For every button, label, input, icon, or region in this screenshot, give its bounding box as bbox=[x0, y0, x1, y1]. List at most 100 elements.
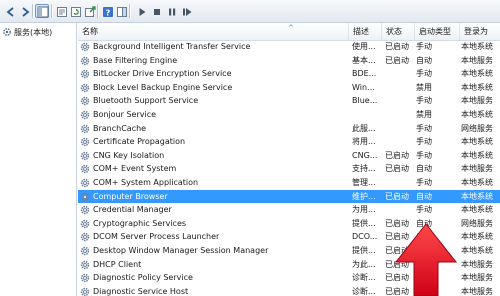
service-description: 提供... bbox=[352, 246, 376, 255]
service-description: 管理... bbox=[352, 178, 376, 187]
service-row[interactable]: Certificate Propagation 将用... 手动 本地系统 bbox=[78, 135, 500, 149]
back-icon[interactable] bbox=[3, 4, 17, 18]
service-name: COM+ System Application bbox=[93, 178, 199, 187]
service-log-on-as: 本地系统 bbox=[461, 191, 493, 201]
service-description: 使用... bbox=[352, 42, 376, 51]
service-name: Diagnostic Policy Service bbox=[93, 273, 193, 283]
service-description: 诊断... bbox=[352, 273, 376, 283]
column-header-log-on-as[interactable]: 登录为 bbox=[460, 23, 500, 40]
service-name: Desktop Window Manager Session Manager bbox=[93, 246, 269, 255]
service-name: CNG Key Isolation bbox=[93, 150, 165, 160]
service-log-on-as: 本地系统 bbox=[461, 232, 493, 242]
service-name: Bluetooth Support Service bbox=[93, 96, 199, 106]
service-status bbox=[385, 67, 417, 81]
service-startup-type: 手动 bbox=[416, 69, 432, 79]
start-service-icon[interactable] bbox=[134, 4, 148, 18]
service-status bbox=[385, 81, 417, 95]
tree-item-services-local[interactable]: 服务(本地) bbox=[2, 26, 52, 38]
service-log-on-as: 本地服务 bbox=[461, 96, 493, 106]
service-log-on-as: 本地系统 bbox=[461, 246, 493, 255]
services-node-icon bbox=[3, 28, 11, 36]
service-startup-type: 手动 bbox=[416, 42, 432, 51]
column-header-status[interactable]: 状态 bbox=[382, 23, 415, 40]
service-log-on-as: 本地系统 bbox=[461, 42, 493, 51]
service-startup-type: 手动 bbox=[416, 178, 432, 187]
service-row[interactable]: Bonjour Service 禁用 本地系统 bbox=[78, 108, 500, 122]
service-startup-type: 手动 bbox=[416, 123, 432, 133]
service-name: Block Level Backup Engine Service bbox=[93, 82, 233, 92]
service-name: BranchCache bbox=[93, 123, 147, 133]
service-row[interactable]: COM+ System Application 管理... 手动 本地系统 bbox=[78, 176, 500, 190]
service-startup-type: 手动 bbox=[416, 205, 432, 215]
service-startup-type: 手动 bbox=[416, 150, 432, 160]
stop-service-icon[interactable] bbox=[149, 4, 163, 18]
service-description: CNG... bbox=[352, 150, 378, 160]
show-hide-tree-icon[interactable] bbox=[35, 4, 49, 18]
refresh-icon[interactable] bbox=[68, 4, 82, 18]
service-description: 提供... bbox=[352, 218, 376, 228]
service-status bbox=[385, 176, 417, 190]
service-log-on-as: 本地服务 bbox=[461, 259, 493, 269]
service-name: Diagnostic Service Host bbox=[93, 286, 189, 296]
service-description: 基本... bbox=[352, 55, 376, 65]
service-log-on-as: 本地系统 bbox=[461, 137, 493, 147]
service-log-on-as: 本地系统 bbox=[461, 110, 493, 119]
action-pane-icon[interactable] bbox=[114, 4, 128, 18]
service-row[interactable]: Block Level Backup Engine Service Win... 禁… bbox=[78, 81, 500, 95]
service-status bbox=[385, 135, 417, 149]
forward-icon[interactable] bbox=[17, 4, 31, 18]
column-header-description[interactable]: 描述 bbox=[349, 23, 382, 40]
service-startup-type: 禁用 bbox=[416, 82, 432, 92]
service-log-on-as: 本地系统 bbox=[461, 69, 493, 79]
service-row[interactable]: Bluetooth Support Service Blue... 手动 本地服务 bbox=[78, 94, 500, 108]
service-name: Background Intelligent Transfer Service bbox=[93, 42, 251, 51]
properties-icon[interactable] bbox=[54, 4, 68, 18]
service-description: Win... bbox=[352, 82, 375, 92]
service-name: Cryptographic Services bbox=[93, 218, 187, 228]
service-log-on-as: 本地系统 bbox=[461, 150, 493, 160]
sort-ascending-icon: ^ bbox=[288, 24, 294, 32]
restart-service-icon[interactable] bbox=[179, 4, 193, 18]
column-header-name[interactable]: 名称 bbox=[78, 23, 349, 40]
service-name: Bonjour Service bbox=[93, 110, 157, 119]
service-row[interactable]: Background Intelligent Transfer Service 使… bbox=[78, 40, 500, 54]
service-log-on-as: 本地服务 bbox=[461, 55, 493, 65]
service-row[interactable]: Credential Manager 为用... 手动 本地系统 bbox=[78, 203, 500, 217]
service-row[interactable]: BranchCache 此服... 手动 网络服务 bbox=[78, 122, 500, 136]
service-row[interactable]: CNG Key Isolation CNG... 已启动 手动 本地系统 bbox=[78, 149, 500, 163]
service-log-on-as: 本地服务 bbox=[461, 164, 493, 174]
service-status: 已启动 bbox=[385, 42, 409, 51]
service-log-on-as: 本地服务 bbox=[461, 273, 493, 283]
service-status bbox=[385, 203, 417, 217]
service-status: 已启动 bbox=[385, 164, 409, 174]
console-tree-pane: 服务(本地) bbox=[0, 23, 77, 296]
service-name: Credential Manager bbox=[93, 205, 172, 215]
service-startup-type: 手动 bbox=[416, 137, 432, 147]
pause-service-icon[interactable] bbox=[164, 4, 178, 18]
service-log-on-as: 本地服务 bbox=[461, 286, 493, 296]
service-description: 为用... bbox=[352, 205, 376, 215]
service-row[interactable]: Computer Browser 维护... 已启动 自动 本地系统 bbox=[78, 189, 500, 204]
service-status: 已启动 bbox=[385, 191, 409, 201]
service-name: BitLocker Drive Encryption Service bbox=[93, 69, 232, 79]
help-icon[interactable]: ? bbox=[100, 4, 114, 18]
service-description: Blue... bbox=[352, 96, 378, 106]
tree-item-label: 服务(本地) bbox=[14, 27, 53, 37]
service-status bbox=[385, 94, 417, 108]
service-row[interactable]: COM+ Event System 支持... 已启动 自动 本地服务 bbox=[78, 162, 500, 176]
service-row[interactable]: BitLocker Drive Encryption Service BDE...… bbox=[78, 67, 500, 81]
service-log-on-as: 网络服务 bbox=[461, 218, 493, 228]
service-status: 已启动 bbox=[385, 150, 409, 160]
service-status bbox=[385, 108, 417, 122]
service-status bbox=[385, 122, 417, 136]
service-startup-type: 自动 bbox=[416, 164, 432, 174]
service-description: 将用... bbox=[352, 137, 376, 147]
service-row[interactable]: Base Filtering Engine 基本... 已启动 自动 本地服务 bbox=[78, 54, 500, 68]
export-list-icon[interactable] bbox=[82, 4, 96, 18]
service-name: DCOM Server Process Launcher bbox=[93, 232, 220, 242]
column-header-startup-type[interactable]: 启动类型 bbox=[415, 23, 460, 40]
service-description: 支持... bbox=[352, 164, 376, 174]
service-startup-type: 手动 bbox=[416, 96, 432, 106]
service-name: DHCP Client bbox=[93, 259, 142, 269]
service-description: BDE... bbox=[352, 69, 377, 79]
